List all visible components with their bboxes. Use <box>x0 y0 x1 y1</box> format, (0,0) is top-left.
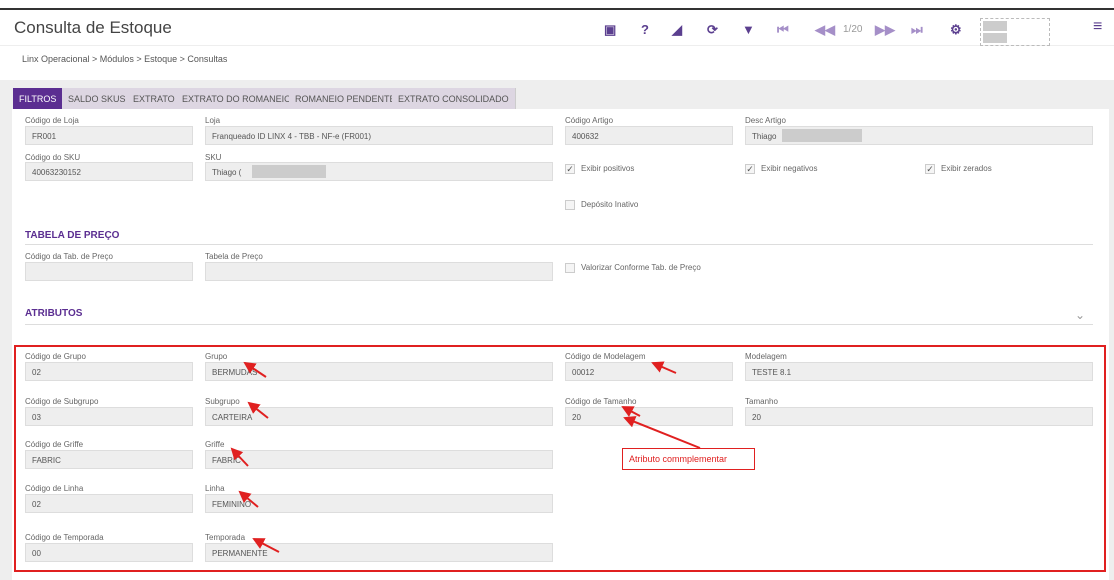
arrow <box>651 361 677 374</box>
annotation-note: Atributo commplementar <box>622 448 755 470</box>
arrow <box>621 406 641 417</box>
annotation-arrows <box>230 361 701 553</box>
arrow <box>247 401 269 419</box>
arrow <box>252 538 280 553</box>
arrow <box>243 361 267 378</box>
arrow <box>238 490 259 508</box>
arrow <box>230 447 249 467</box>
arrow <box>623 416 701 449</box>
